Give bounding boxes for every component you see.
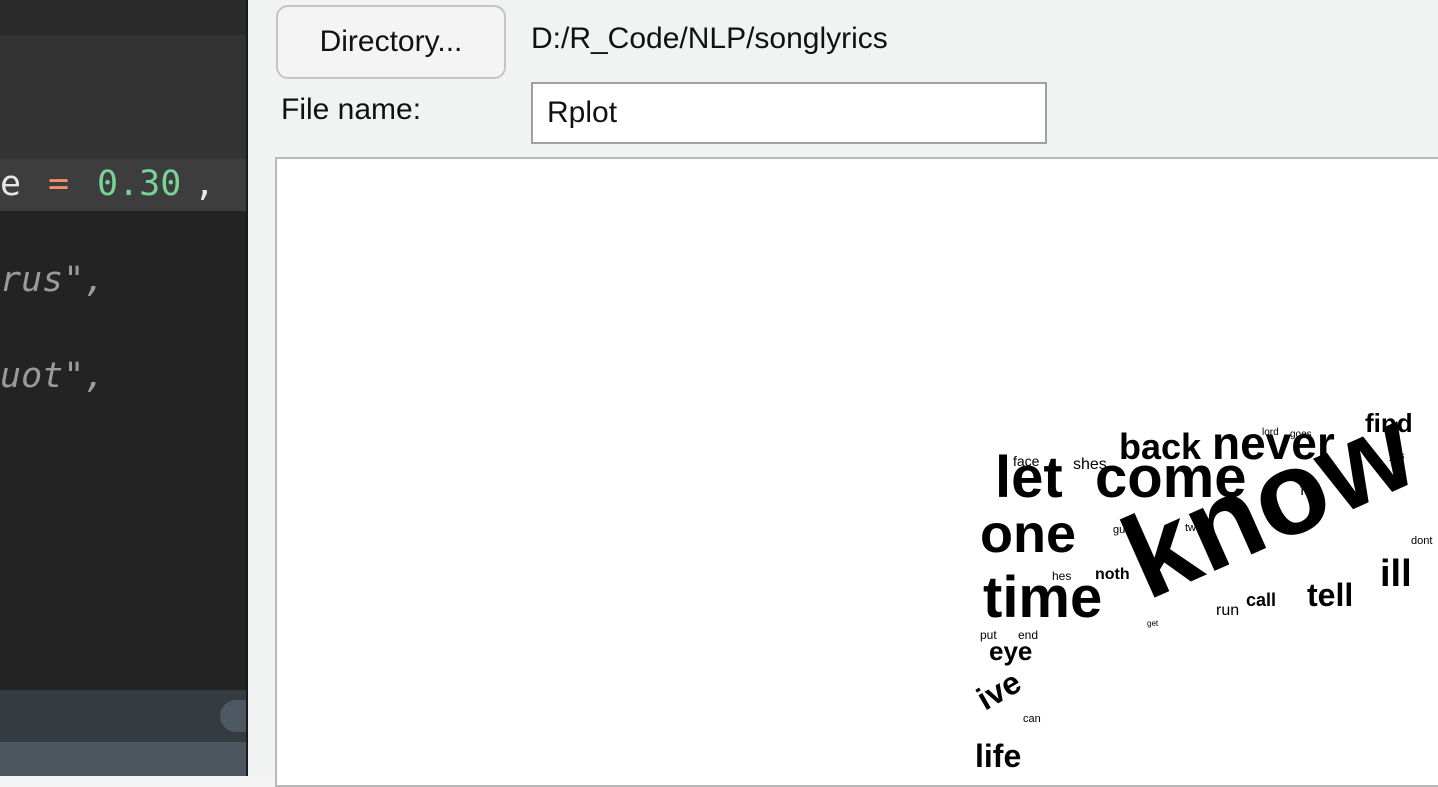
code-number: 0.30	[97, 164, 182, 204]
wordcloud-word: yes	[1389, 451, 1405, 462]
wordcloud-image: knowlet comeonetimeback never findtell illey…	[971, 381, 1435, 774]
wordcloud-word: put	[980, 628, 997, 642]
wordcloud-word: get	[1147, 619, 1159, 628]
filename-input[interactable]	[531, 82, 1047, 144]
code-string: rus",	[0, 260, 106, 300]
wordcloud-word: life	[975, 738, 1021, 774]
wordcloud-word: end	[1018, 628, 1038, 642]
wordcloud-word: ive	[971, 664, 1028, 717]
wordcloud-word: goes	[1290, 429, 1312, 440]
plot-preview: know let come one time back never find tell ill ey…	[275, 157, 1438, 787]
wordcloud-word: ill	[1380, 553, 1412, 595]
wordcloud-word: shes	[1073, 456, 1107, 473]
directory-path: D:/R_Code/NLP/songlyrics	[531, 22, 888, 55]
wordcloud-word: hes	[1052, 569, 1071, 583]
wordcloud-word: call	[1246, 590, 1276, 610]
code-operator: =	[48, 164, 70, 204]
wordcloud-word: fall	[1300, 482, 1320, 499]
code-token: ,	[194, 164, 216, 204]
wordcloud-word: never	[1212, 417, 1335, 469]
wordcloud-word: noth	[1095, 566, 1130, 583]
editor-row	[0, 35, 246, 159]
wordcloud-word: gun	[1113, 524, 1131, 536]
code-string: uot",	[0, 356, 106, 396]
wordcloud-word: dont	[1411, 535, 1432, 547]
wordcloud-word: back	[1119, 426, 1202, 467]
wordcloud-word: find	[1365, 408, 1413, 438]
editor-status-bar	[0, 742, 246, 776]
wordcloud-word: can	[1023, 713, 1041, 725]
save-plot-dialog: Directory... D:/R_Code/NLP/songlyrics Fi…	[248, 0, 1438, 787]
code-editor-pane[interactable]: e = 0.30 , rus", uot",	[0, 0, 246, 776]
editor-scrollbar-thumb[interactable]	[220, 700, 246, 732]
wordcloud-word: tell	[1307, 577, 1353, 613]
wordcloud-word: run	[1216, 602, 1239, 619]
filename-label: File name:	[281, 93, 422, 126]
code-token: e	[0, 164, 22, 204]
wordcloud-word: one	[980, 504, 1076, 564]
wordcloud-word: two	[1185, 522, 1202, 534]
editor-scrollbar-track[interactable]	[0, 690, 246, 742]
directory-button[interactable]: Directory...	[276, 5, 506, 79]
editor-row	[0, 0, 246, 35]
wordcloud-word: face	[1013, 453, 1040, 469]
wordcloud-word: lord	[1262, 427, 1279, 438]
wordcloud-word: time	[983, 565, 1102, 630]
